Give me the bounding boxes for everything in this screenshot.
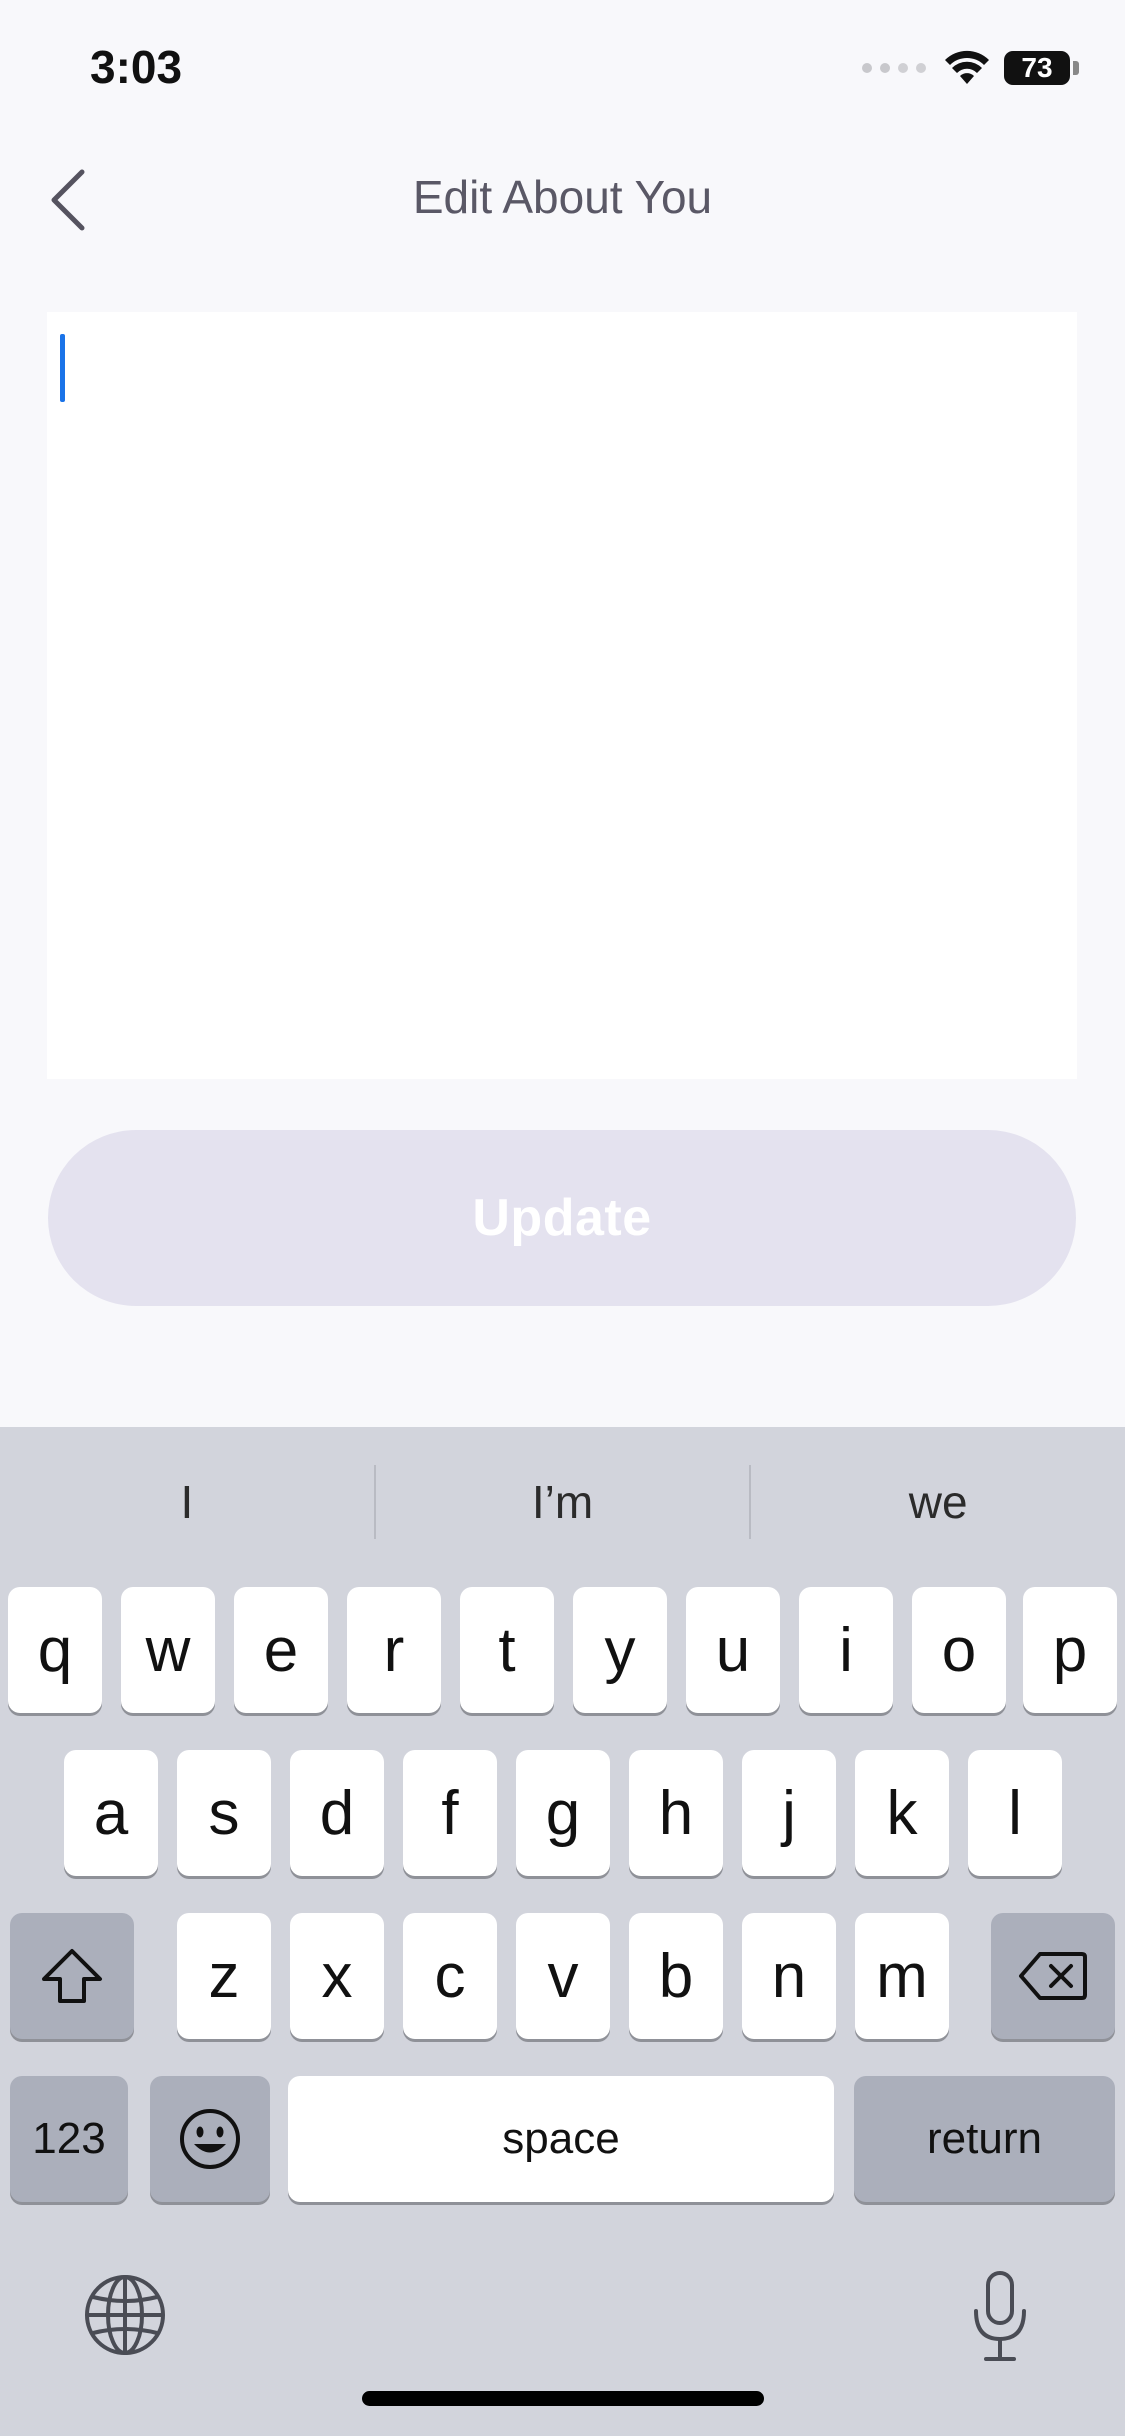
key-j[interactable]: j	[742, 1750, 836, 1876]
cellular-signal-icon	[862, 63, 926, 73]
microphone-icon	[974, 2271, 1026, 2361]
key-w[interactable]: w	[121, 1587, 215, 1713]
battery-icon: 73	[1004, 51, 1070, 85]
wifi-icon	[945, 50, 989, 84]
space-key[interactable]: space	[288, 2076, 834, 2202]
page-title: Edit About You	[412, 171, 713, 223]
key-e[interactable]: e	[234, 1587, 328, 1713]
key-h[interactable]: h	[629, 1750, 723, 1876]
key-d[interactable]: d	[290, 1750, 384, 1876]
key-b[interactable]: b	[629, 1913, 723, 2039]
key-f[interactable]: f	[403, 1750, 497, 1876]
battery-cap	[1073, 61, 1079, 75]
delete-icon	[1019, 1952, 1087, 2000]
shift-key[interactable]	[10, 1913, 134, 2039]
key-z[interactable]: z	[177, 1913, 271, 2039]
key-a[interactable]: a	[64, 1750, 158, 1876]
return-key[interactable]: return	[854, 2076, 1115, 2202]
key-u[interactable]: u	[686, 1587, 780, 1713]
suggestion-3[interactable]: we	[751, 1427, 1125, 1577]
key-k[interactable]: k	[855, 1750, 949, 1876]
numbers-key[interactable]: 123	[10, 2076, 128, 2202]
about-you-textarea[interactable]	[47, 312, 1077, 1079]
globe-button[interactable]	[80, 2270, 170, 2360]
key-m[interactable]: m	[855, 1913, 949, 2039]
key-o[interactable]: o	[912, 1587, 1006, 1713]
key-n[interactable]: n	[742, 1913, 836, 2039]
key-s[interactable]: s	[177, 1750, 271, 1876]
shift-icon	[42, 1949, 102, 2003]
key-q[interactable]: q	[8, 1587, 102, 1713]
key-v[interactable]: v	[516, 1913, 610, 2039]
key-p[interactable]: p	[1023, 1587, 1117, 1713]
suggestion-1[interactable]: I	[0, 1427, 374, 1577]
key-g[interactable]: g	[516, 1750, 610, 1876]
key-y[interactable]: y	[573, 1587, 667, 1713]
globe-icon	[85, 2275, 165, 2355]
keyboard: I I’m we q w e r t y u i o p a s d f g h…	[0, 1427, 1125, 2436]
update-button[interactable]: Update	[48, 1130, 1076, 1306]
key-i[interactable]: i	[799, 1587, 893, 1713]
battery-level: 73	[1021, 52, 1053, 83]
status-indicators: 73	[862, 48, 1079, 88]
nav-bar: Edit About You	[0, 150, 1125, 250]
status-time: 3:03	[90, 41, 183, 93]
predictive-bar: I I’m we	[0, 1427, 1125, 1577]
dictation-button[interactable]	[955, 2267, 1045, 2367]
key-t[interactable]: t	[460, 1587, 554, 1713]
emoji-key[interactable]	[150, 2076, 270, 2202]
update-button-label: Update	[472, 1189, 652, 1247]
key-c[interactable]: c	[403, 1913, 497, 2039]
home-indicator[interactable]	[362, 2391, 764, 2406]
key-r[interactable]: r	[347, 1587, 441, 1713]
suggestion-2[interactable]: I’m	[376, 1427, 750, 1577]
emoji-icon	[180, 2109, 240, 2169]
key-x[interactable]: x	[290, 1913, 384, 2039]
text-cursor	[60, 334, 65, 402]
status-bar: 3:03 73	[0, 0, 1125, 140]
key-l[interactable]: l	[968, 1750, 1062, 1876]
delete-key[interactable]	[991, 1913, 1115, 2039]
